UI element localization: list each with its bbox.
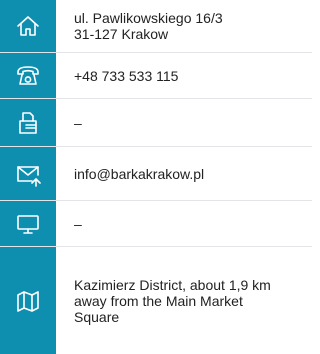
mail-icon: [17, 165, 41, 187]
website-icon-cell: [0, 201, 56, 246]
address-icon-cell: [0, 0, 56, 52]
email-icon-cell: [0, 147, 56, 200]
phone-number[interactable]: +48 733 533 115: [56, 53, 312, 98]
website-row: –: [0, 201, 312, 247]
fax-icon-cell: [0, 99, 56, 146]
fax-icon: [19, 111, 37, 134]
monitor-icon: [17, 214, 39, 234]
location-description: Kazimierz District, about 1,9 km away fr…: [56, 247, 312, 354]
website-url: –: [74, 215, 82, 232]
address-line-2: 31-127 Krakow: [74, 26, 169, 42]
location-icon-cell: [0, 247, 56, 354]
phone-icon-cell: [0, 53, 56, 98]
location-line-3: Square: [74, 308, 120, 325]
fax-number: –: [74, 114, 82, 131]
phone-icon: [17, 65, 39, 85]
address-line-1: ul. Pawlikowskiego 16/3: [74, 10, 223, 26]
location-line-1: Kazimierz District, about 1,9 km: [74, 276, 271, 293]
fax-row: –: [0, 99, 312, 147]
home-icon: [17, 16, 39, 36]
phone-row[interactable]: +48 733 533 115: [0, 53, 312, 99]
address-text: ul. Pawlikowskiego 16/3 31-127 Krakow: [56, 0, 312, 52]
address-row: ul. Pawlikowskiego 16/3 31-127 Krakow: [0, 0, 312, 53]
contact-info-list: ul. Pawlikowskiego 16/3 31-127 Krakow +4…: [0, 0, 312, 354]
location-row: Kazimierz District, about 1,9 km away fr…: [0, 247, 312, 354]
email-address[interactable]: info@barkakrakow.pl: [56, 147, 312, 200]
location-line-2: away from the Main Market: [74, 292, 243, 309]
map-icon: [17, 290, 39, 312]
email-row[interactable]: info@barkakrakow.pl: [0, 147, 312, 201]
